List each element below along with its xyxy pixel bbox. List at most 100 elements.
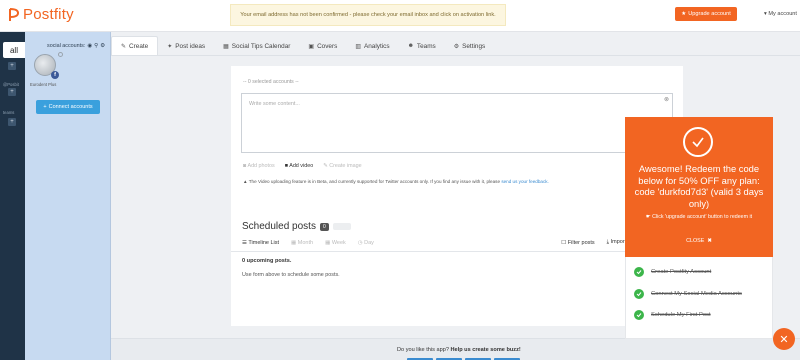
tab-settings-label: Settings: [462, 42, 486, 50]
calendar-icon: ▦: [291, 239, 297, 246]
search-icon[interactable]: ⚲: [94, 43, 98, 49]
rail-all-tab[interactable]: all: [3, 42, 25, 58]
view-week-label: Week: [331, 239, 346, 246]
eye-icon[interactable]: ◉: [87, 43, 92, 49]
gear-icon[interactable]: ⚙: [100, 43, 105, 49]
tab-create[interactable]: ✎ Create: [111, 36, 159, 56]
scheduled-posts-count: 0: [319, 222, 329, 231]
promo-headline: Awesome! Redeem the code below for 50% O…: [634, 163, 764, 209]
tab-post-ideas[interactable]: ✦ Post ideas: [158, 36, 214, 56]
view-week[interactable]: ▦ Week: [325, 240, 346, 246]
add-team-button[interactable]: +: [8, 118, 16, 126]
tab-teams[interactable]: ☻ Teams: [399, 36, 445, 56]
tab-covers[interactable]: ▣ Covers: [299, 36, 346, 56]
view-timeline-list[interactable]: ☰ Timeline List: [242, 240, 279, 246]
top-header: Postfity Your email address has not been…: [0, 0, 800, 32]
pointing-hand-icon: ☛: [645, 214, 651, 220]
checkmark-circle-icon: [683, 127, 713, 157]
clear-content-icon[interactable]: ⊗: [664, 96, 669, 103]
add-photos-button[interactable]: ◙ Add photos: [243, 163, 275, 169]
scheduled-posts-heading: Scheduled posts 0: [242, 221, 351, 232]
pencil-icon: ✎: [323, 163, 328, 169]
view-timeline-label: Timeline List: [248, 239, 280, 246]
social-accounts-header: social accounts: ◉ ⚲ ⚙: [47, 43, 105, 49]
postfity-logo[interactable]: Postfity: [8, 6, 74, 23]
social-accounts-title: social accounts:: [47, 43, 86, 49]
onboarding-checklist: Create Postfity Account Connect My Socia…: [625, 257, 773, 339]
media-actions: ◙ Add photos ■ Add video ✎ Create image: [243, 163, 362, 169]
view-month-label: Month: [297, 239, 314, 246]
tab-social-tips-calendar-label: Social Tips Calendar: [231, 42, 291, 50]
warning-icon: ▲: [243, 179, 248, 184]
calendar-icon: ▦: [325, 239, 331, 246]
promo-close-button[interactable]: CLOSE ✖: [625, 238, 773, 244]
video-camera-icon: ■: [284, 163, 289, 169]
add-video-button[interactable]: ■ Add video: [285, 163, 313, 169]
tab-social-tips-calendar[interactable]: ▦ Social Tips Calendar: [214, 36, 299, 56]
close-promo-fab[interactable]: ✕: [773, 328, 795, 350]
rail-teams-label: teams: [3, 110, 15, 115]
tab-analytics-label: Analytics: [363, 42, 390, 50]
view-month[interactable]: ▦ Month: [291, 240, 313, 246]
lightbulb-icon: ✦: [167, 43, 173, 50]
rail-group-label: @Posbit: [3, 82, 19, 87]
footer-bar: Do you like this app? Help us create som…: [111, 338, 800, 360]
pencil-icon: ✎: [121, 44, 127, 50]
view-day-label: Day: [364, 239, 374, 246]
check-icon: [634, 267, 644, 277]
view-day[interactable]: ◷ Day: [358, 240, 374, 246]
feedback-link[interactable]: send us your feedback.: [501, 179, 549, 184]
my-account-menu[interactable]: ▾ My account: [764, 11, 797, 17]
connect-accounts-button[interactable]: + Connect accounts: [36, 100, 100, 114]
upgrade-account-button[interactable]: ★ Upgrade account: [675, 7, 737, 21]
check-icon: [634, 310, 644, 320]
caret-down-icon: ▾: [764, 11, 767, 17]
tab-covers-label: Covers: [317, 42, 338, 50]
checkbox-icon[interactable]: ☐: [561, 240, 566, 246]
upgrade-account-label: Upgrade account: [688, 11, 731, 17]
add-photos-label: Add photos: [247, 163, 275, 169]
users-icon: ☻: [407, 43, 414, 49]
add-to-group-button[interactable]: +: [8, 88, 16, 96]
post-content-placeholder: Write some content...: [249, 101, 300, 107]
list-icon: ☰: [242, 239, 247, 246]
selected-accounts-indicator: -- 0 selected accounts --: [243, 79, 299, 85]
add-group-button[interactable]: +: [8, 62, 16, 70]
scheduled-posts-title: Scheduled posts: [242, 221, 316, 232]
schedule-view-switcher: ☰ Timeline List ▦ Month ▦ Week ◷ Day ☐ F…: [242, 239, 662, 246]
filter-posts-toggle[interactable]: ☐ Filter posts: [561, 240, 594, 246]
beta-note-text: The Video uploading feature is in Beta, …: [248, 179, 501, 184]
schedule-divider: [231, 251, 683, 252]
tab-post-ideas-label: Post ideas: [175, 42, 206, 50]
tab-analytics[interactable]: ▥ Analytics: [346, 36, 398, 56]
checklist-item-label: Connect My Social Media Accounts: [651, 291, 742, 297]
checklist-item: Connect My Social Media Accounts: [634, 289, 742, 299]
remove-account-icon[interactable]: [58, 52, 63, 57]
email-confirmation-notice: Your email address has not been confirme…: [230, 4, 506, 26]
create-image-label: Create image: [329, 163, 362, 169]
video-beta-note: ▲ The Video uploading feature is in Beta…: [243, 179, 549, 184]
checklist-item-label: Create Postfity Account: [651, 269, 712, 275]
create-post-card: -- 0 selected accounts -- Write some con…: [231, 66, 683, 326]
check-icon: [634, 289, 644, 299]
tab-settings[interactable]: ⚙ Settings: [445, 36, 494, 56]
post-content-textarea[interactable]: Write some content... ⊗: [241, 93, 673, 153]
calendar-icon: ▦: [223, 43, 229, 50]
footer-cta[interactable]: Help us create some buzz!: [451, 347, 521, 353]
checklist-item-label: Schedule My First Post: [651, 312, 711, 318]
promo-popup: Awesome! Redeem the code below for 50% O…: [625, 117, 773, 257]
close-icon: ✕: [779, 333, 789, 346]
footer-message: Do you like this app? Help us create som…: [397, 347, 521, 353]
add-video-label: Add video: [289, 163, 314, 169]
bar-chart-icon: ▥: [355, 43, 361, 50]
upload-icon: ⤓: [606, 239, 610, 245]
create-image-button[interactable]: ✎ Create image: [323, 163, 361, 169]
image-icon: ▣: [308, 43, 315, 50]
main-tabs: ✎ Create ✦ Post ideas ▦ Social Tips Cale…: [111, 36, 494, 56]
camera-icon: ◙: [243, 163, 247, 169]
tab-teams-label: Teams: [416, 42, 436, 50]
scheduled-posts-badge: [332, 223, 351, 230]
close-icon: ✖: [707, 238, 712, 244]
brand-name: Postfity: [23, 6, 74, 23]
my-account-label: My account: [768, 11, 797, 17]
